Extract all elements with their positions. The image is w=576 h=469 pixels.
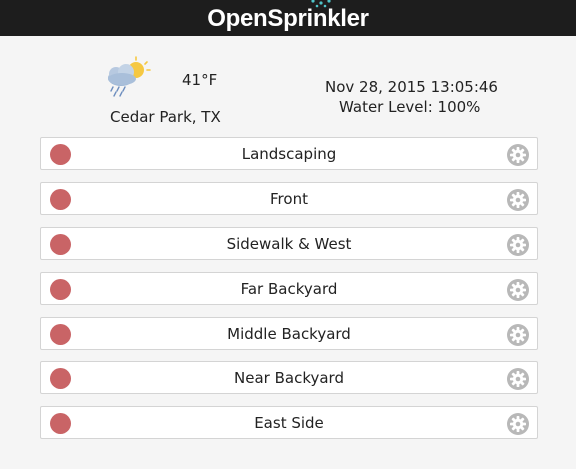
gear-icon[interactable] — [507, 279, 529, 301]
app-header: OpenSprinkler — [0, 0, 576, 36]
zone-row[interactable]: Landscaping — [40, 137, 538, 170]
zone-name: Landscaping — [241, 145, 337, 163]
gear-icon[interactable] — [507, 234, 529, 256]
zone-name: Sidewalk & West — [226, 235, 352, 253]
datetime: Nov 28, 2015 13:05:46 — [325, 78, 498, 96]
zone-name: Middle Backyard — [227, 325, 351, 343]
zone-name: Front — [270, 190, 308, 208]
location: Cedar Park, TX — [110, 108, 221, 126]
temperature: 41°F — [182, 71, 218, 89]
cloud-sun-rain-icon[interactable] — [104, 56, 152, 98]
zone-row[interactable]: Sidewalk & West — [40, 227, 538, 260]
zone-row[interactable]: Near Backyard — [40, 361, 538, 394]
gear-icon[interactable] — [507, 324, 529, 346]
gear-icon[interactable] — [507, 189, 529, 211]
zone-row[interactable]: Front — [40, 182, 538, 215]
zone-name: East Side — [254, 414, 324, 432]
zone-name: Near Backyard — [234, 369, 344, 387]
gear-icon[interactable] — [507, 413, 529, 435]
gear-icon[interactable] — [507, 144, 529, 166]
zone-row[interactable]: East Side — [40, 406, 538, 439]
zone-row[interactable]: Middle Backyard — [40, 317, 538, 350]
zone-name: Far Backyard — [240, 280, 338, 298]
gear-icon[interactable] — [507, 368, 529, 390]
sprinkler-drops-icon — [311, 0, 331, 8]
app-logo-text: OpenSprinkler — [207, 5, 369, 32]
water-level: Water Level: 100% — [339, 98, 481, 116]
app-logo: OpenSprinkler — [207, 0, 369, 33]
zone-row[interactable]: Far Backyard — [40, 272, 538, 305]
